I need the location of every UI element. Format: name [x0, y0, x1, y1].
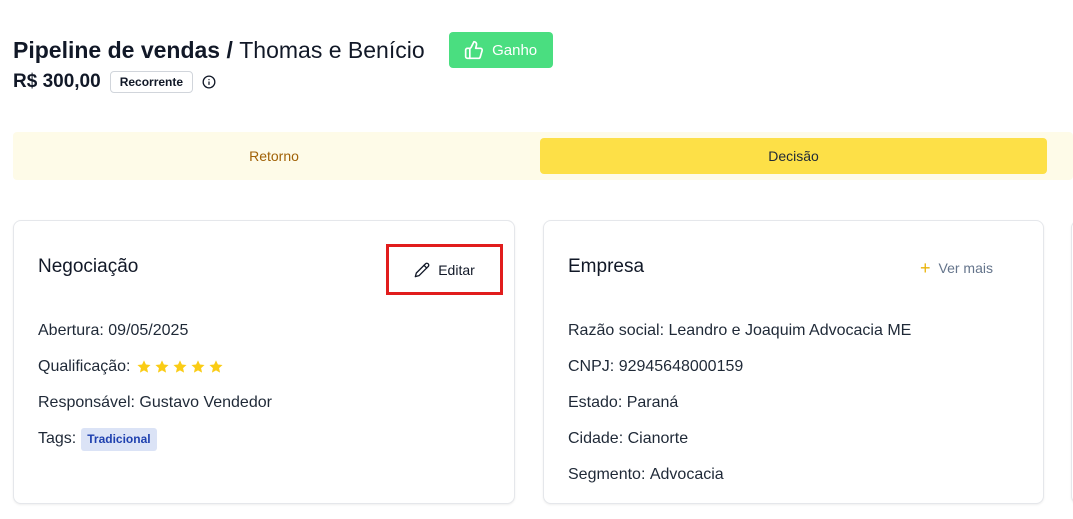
tags-label: Tags: [38, 430, 77, 447]
pencil-icon [414, 262, 430, 277]
state-value: Paraná [626, 394, 679, 411]
state-row: Estado: Paraná [568, 385, 911, 421]
opening-value: 09/05/2025 [108, 322, 189, 339]
star-icon [190, 360, 205, 373]
segment-value: Advocacia [649, 466, 724, 483]
stage-retorno[interactable]: Retorno [13, 138, 535, 174]
company-details: Razão social: Leandro e Joaquim Advocaci… [568, 313, 911, 493]
see-more-button[interactable]: + Ver mais [920, 259, 993, 277]
star-icon [154, 360, 169, 373]
cnpj-value: 92945648000159 [618, 358, 744, 375]
opening-row: Abertura: 09/05/2025 [38, 313, 272, 349]
edit-button-label: Editar [438, 261, 475, 278]
star-icon [136, 360, 151, 373]
legal-name-value: Leandro e Joaquim Advocacia ME [668, 322, 912, 339]
segment-row: Segmento: Advocacia [568, 457, 911, 493]
company-title: Empresa [568, 256, 645, 277]
thumbs-up-icon [464, 40, 484, 60]
qualification-label: Qualificação: [38, 358, 131, 375]
owner-row: Responsável: Gustavo Vendedor [38, 385, 272, 421]
tags-row: Tags: Tradicional [38, 421, 272, 457]
recurrence-badge: Recorrente [109, 71, 194, 93]
opening-label: Abertura: [38, 322, 104, 339]
company-card: Empresa + Ver mais Razão social: Leandro… [543, 220, 1044, 504]
city-row: Cidade: Cianorte [568, 421, 911, 457]
see-more-label: Ver mais [938, 260, 993, 276]
pipeline-stages: Retorno Decisão [13, 132, 1073, 180]
won-button-label: Ganho [492, 41, 538, 59]
cnpj-label: CNPJ: [568, 358, 615, 375]
stage-label: Decisão [768, 148, 819, 164]
stage-decisao[interactable]: Decisão [540, 138, 1047, 174]
amount-row: R$ 300,00 Recorrente [13, 71, 553, 93]
legal-name-label: Razão social: [568, 322, 665, 339]
segment-label: Segmento: [568, 466, 646, 483]
won-button[interactable]: Ganho [448, 32, 553, 68]
page-title: Pipeline de vendas / Thomas e Benício [13, 33, 425, 67]
star-icon [172, 360, 187, 373]
plus-icon: + [920, 258, 931, 278]
legal-name-row: Razão social: Leandro e Joaquim Advocaci… [568, 313, 911, 349]
qualification-stars[interactable] [136, 359, 224, 375]
deal-header: Pipeline de vendas / Thomas e Benício Ga… [13, 32, 553, 93]
pipeline-name: Pipeline de vendas / [13, 37, 233, 63]
star-icon [208, 360, 223, 373]
tag-badge: Tradicional [81, 427, 157, 451]
owner-label: Responsável: [38, 394, 135, 411]
cnpj-row: CNPJ: 92945648000159 [568, 349, 911, 385]
negotiation-details: Abertura: 09/05/2025 Qualificação: Respo… [38, 313, 272, 457]
deal-name: Thomas e Benício [239, 37, 425, 63]
city-value: Cianorte [627, 430, 689, 447]
info-icon[interactable] [202, 75, 216, 89]
owner-value: Gustavo Vendedor [139, 394, 272, 411]
negotiation-card: Negociação Editar Abertura: 09/05/2025 Q… [13, 220, 515, 504]
edit-button[interactable]: Editar [386, 244, 503, 295]
city-label: Cidade: [568, 430, 624, 447]
title-row: Pipeline de vendas / Thomas e Benício Ga… [13, 32, 553, 68]
stage-label: Retorno [249, 148, 299, 164]
negotiation-title: Negociação [38, 256, 139, 277]
qualification-row: Qualificação: [38, 349, 272, 385]
state-label: Estado: [568, 394, 623, 411]
deal-amount: R$ 300,00 [13, 71, 101, 92]
